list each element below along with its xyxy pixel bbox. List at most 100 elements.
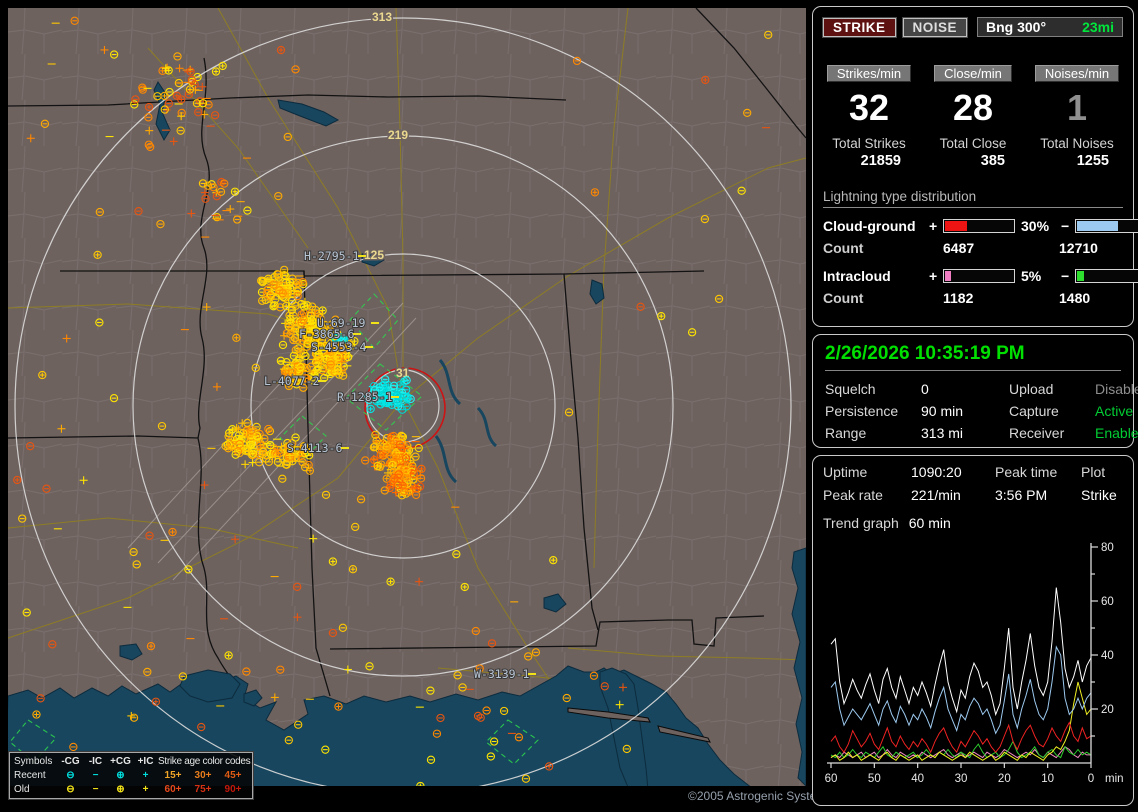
cloud-ground-counts: Count 6487 12710	[823, 240, 1123, 256]
cg-plus-count: 6487	[943, 240, 1059, 256]
stats-panel: STRIKE NOISE Bng 300° 23mi Strikes/min 3…	[812, 6, 1134, 327]
map-legend: Symbols -CG -IC +CG +IC Strike age color…	[9, 752, 253, 799]
total-close-value: 385	[981, 153, 1019, 169]
svg-text:40: 40	[1101, 650, 1114, 662]
bearing-label: Bng 300°	[986, 19, 1046, 35]
minus-sign: −	[1061, 218, 1075, 234]
close-per-min-value: 28	[953, 88, 993, 128]
cloud-ground-row: Cloud-ground + 30% − 58%	[823, 218, 1123, 234]
plus-sign: +	[929, 218, 943, 234]
ic-plus-count: 1182	[943, 290, 1059, 306]
plus-sign: +	[929, 268, 943, 284]
plus-icon: +	[133, 769, 158, 783]
legend-col-nic: -IC	[83, 755, 108, 769]
legend-symbols-header: Symbols	[14, 755, 58, 769]
circle-minus-icon: ⊖	[58, 769, 83, 783]
persistence-value: 90 min	[921, 403, 1009, 419]
legend-recent-label: Recent	[14, 769, 58, 783]
strikes-per-min-value: 32	[849, 88, 889, 128]
cg-plus-pct: 30%	[1015, 218, 1061, 234]
svg-text:125: 125	[364, 248, 384, 262]
range-value: 313 mi	[921, 425, 1009, 441]
distribution-title: Lightning type distribution	[823, 189, 1123, 208]
age-75: 75+	[188, 783, 218, 797]
strike-button[interactable]: STRIKE	[823, 18, 896, 37]
age-45: 45+	[218, 769, 248, 783]
intracloud-counts: Count 1182 1480	[823, 290, 1123, 306]
range-label: Range	[825, 425, 921, 441]
uptime-value: 1090:20	[911, 464, 995, 480]
total-close-label: Total Close	[940, 136, 1007, 151]
squelch-value: 0	[921, 381, 1009, 397]
peak-time-value: 3:56 PM	[995, 487, 1081, 503]
age-90: 90+	[218, 783, 248, 797]
trend-graph: 204060806050403020100min	[823, 537, 1125, 795]
noise-button[interactable]: NOISE	[903, 18, 968, 37]
ic-minus-bar	[1075, 269, 1138, 283]
close-per-min-column: Close/min 28 Total Close 385	[927, 65, 1019, 169]
plus-icon: +	[133, 783, 158, 797]
svg-text:80: 80	[1101, 542, 1114, 554]
svg-text:min: min	[1105, 773, 1124, 785]
age-15: 15+	[158, 769, 188, 783]
svg-text:S-4113-6: S-4113-6	[287, 441, 342, 455]
svg-text:40: 40	[911, 773, 924, 785]
close-per-min-chip: Close/min	[934, 65, 1012, 82]
legend-col-pcg: +CG	[108, 755, 133, 769]
svg-text:W-3139-1: W-3139-1	[474, 667, 529, 681]
peak-rate-value: 221/min	[911, 487, 995, 503]
svg-text:20: 20	[1101, 704, 1114, 716]
svg-text:50: 50	[868, 773, 881, 785]
svg-text:60: 60	[825, 773, 838, 785]
minus-icon: −	[83, 769, 108, 783]
minus-icon: −	[83, 783, 108, 797]
svg-text:30: 30	[955, 773, 968, 785]
upload-value: Disabled	[1095, 381, 1138, 397]
circle-plus-icon: ⊕	[108, 783, 133, 797]
receiver-label: Receiver	[1009, 425, 1095, 441]
svg-text:L-4077-2: L-4077-2	[264, 374, 319, 388]
session-panel: Uptime 1090:20 Peak time Plot Peak rate …	[812, 455, 1134, 806]
circle-plus-icon: ⊕	[108, 769, 133, 783]
svg-text:F-3865-6: F-3865-6	[299, 327, 354, 341]
cg-minus-bar	[1075, 219, 1138, 233]
noises-per-min-column: Noises/min 1 Total Noises 1255	[1031, 65, 1123, 169]
trend-graph-value: 60 min	[909, 515, 951, 531]
legend-age-title: Strike age color codes	[158, 755, 248, 769]
capture-label: Capture	[1009, 403, 1095, 419]
svg-text:0: 0	[1088, 773, 1094, 785]
strike-map[interactable]: 31321912531 H-2795-1U-69-19F-3865-6S-455…	[8, 8, 806, 786]
svg-text:313: 313	[372, 10, 392, 24]
plot-value: Strike	[1081, 487, 1123, 503]
minus-sign: −	[1061, 268, 1075, 284]
total-noises-value: 1255	[1077, 153, 1123, 169]
svg-text:20: 20	[998, 773, 1011, 785]
strikes-per-min-chip: Strikes/min	[827, 65, 911, 82]
noises-per-min-chip: Noises/min	[1035, 65, 1119, 82]
age-30: 30+	[188, 769, 218, 783]
cg-plus-bar	[943, 219, 1015, 233]
count-label: Count	[823, 240, 929, 256]
legend-col-ncg: -CG	[58, 755, 83, 769]
capture-value: Active	[1095, 403, 1138, 419]
bearing-distance: 23mi	[1082, 19, 1114, 35]
legend-old-label: Old	[14, 783, 58, 797]
intracloud-label: Intracloud	[823, 268, 929, 284]
total-strikes-value: 21859	[861, 153, 915, 169]
datetime-display: 2/26/2026 10:35:19 PM	[825, 343, 1121, 371]
uptime-label: Uptime	[823, 464, 911, 480]
svg-text:H-2795-1: H-2795-1	[304, 249, 359, 263]
map-canvas[interactable]: 31321912531 H-2795-1U-69-19F-3865-6S-455…	[8, 8, 806, 786]
cg-minus-count: 12710	[1059, 240, 1138, 256]
lightning-tracker-app: 31321912531 H-2795-1U-69-19F-3865-6S-455…	[0, 0, 1138, 812]
circle-minus-icon: ⊖	[58, 783, 83, 797]
peak-rate-label: Peak rate	[823, 487, 911, 503]
bearing-display: Bng 300° 23mi	[977, 17, 1123, 37]
legend-col-pic: +IC	[133, 755, 158, 769]
peak-time-label: Peak time	[995, 464, 1081, 480]
noises-per-min-value: 1	[1067, 88, 1087, 128]
upload-label: Upload	[1009, 381, 1095, 397]
total-noises-label: Total Noises	[1040, 136, 1114, 151]
ic-plus-bar	[943, 269, 1015, 283]
svg-text:10: 10	[1041, 773, 1054, 785]
